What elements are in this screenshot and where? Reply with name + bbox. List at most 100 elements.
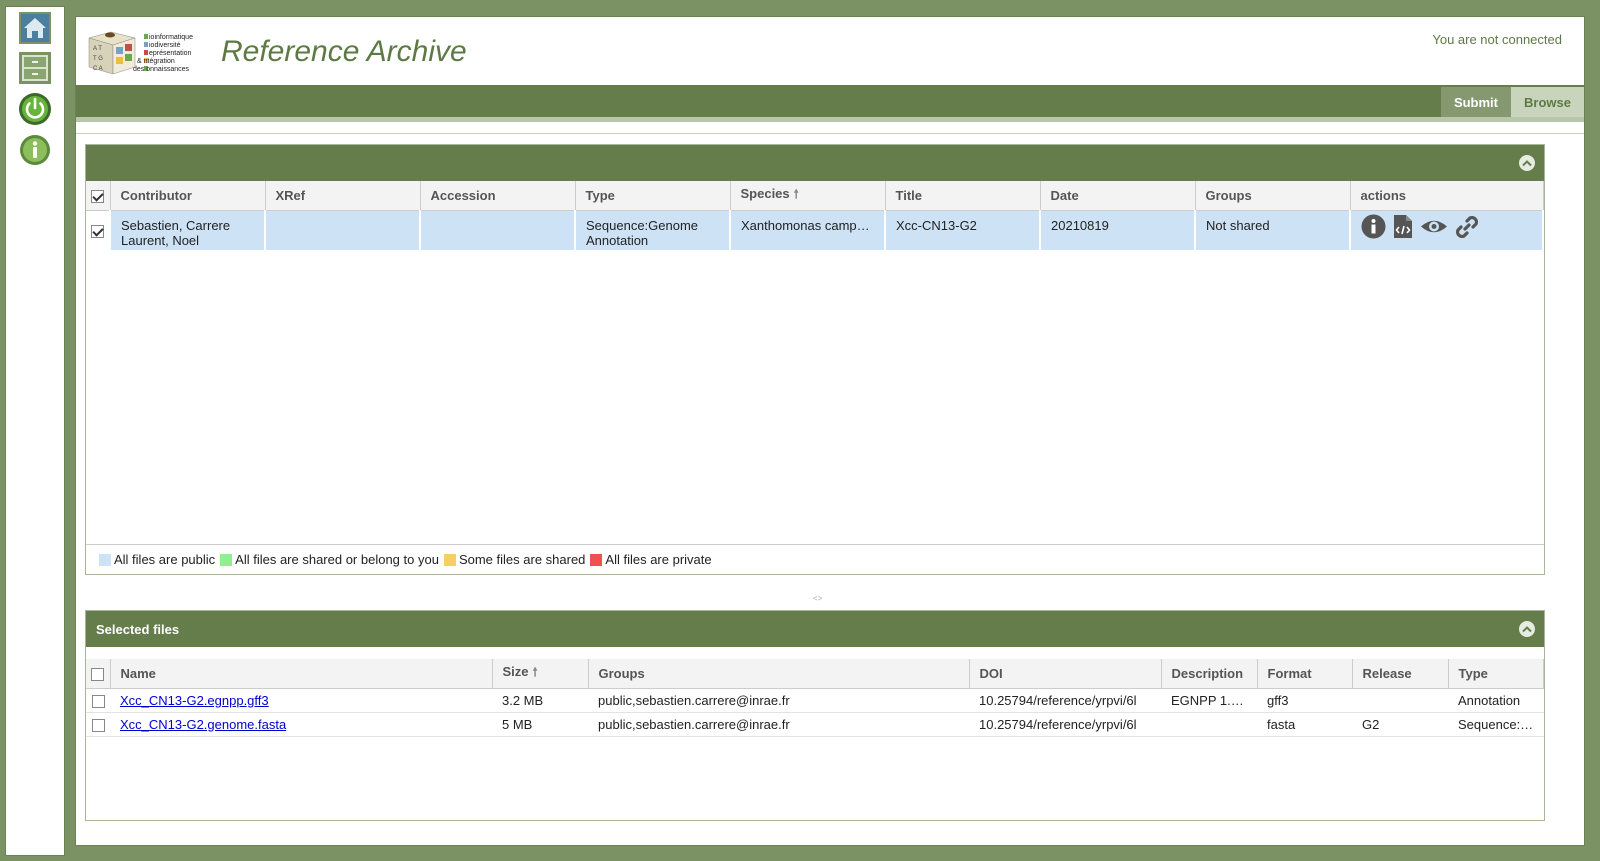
archives-table: Contributor XRef Accession Type Species 🠕…	[86, 181, 1544, 250]
legend: All files are public All files are share…	[86, 544, 1544, 574]
tab-browse[interactable]: Browse	[1511, 87, 1584, 117]
table-row[interactable]: Xcc_CN13-G2.egnpp.gff3 3.2 MB public,seb…	[86, 688, 1544, 713]
cell-species: Xanthomonas campe…	[730, 210, 886, 250]
header: A T T G C A ioinformatique iodiversité e…	[76, 17, 1584, 86]
col-species[interactable]: Species 🠕	[730, 181, 886, 211]
table-row[interactable]: Sebastien, Carrere Laurent, Noel Sequenc…	[86, 210, 1544, 250]
cell-release	[1352, 688, 1448, 713]
collapse-files-button[interactable]	[1519, 621, 1535, 637]
svg-text:T G: T G	[93, 56, 103, 62]
file-link[interactable]: Xcc_CN13-G2.genome.fasta	[120, 717, 286, 732]
cell-actions	[1350, 210, 1544, 250]
type-line-1: Sequence:Genome	[586, 217, 699, 233]
file-link[interactable]: Xcc_CN13-G2.egnpp.gff3	[120, 693, 269, 708]
eye-icon[interactable]	[1420, 214, 1448, 239]
main-container: A T T G C A ioinformatique iodiversité e…	[75, 16, 1585, 846]
archive-icon	[19, 52, 51, 84]
panel-splitter-handle[interactable]: <>	[813, 594, 822, 603]
files-panel-title: Selected files	[96, 621, 180, 637]
info-circle-icon[interactable]	[1361, 214, 1386, 239]
connection-status: You are not connected	[1432, 32, 1562, 47]
select-all-archives[interactable]	[86, 181, 111, 211]
select-all-files-checkbox[interactable]	[91, 667, 105, 681]
power-button[interactable]	[18, 92, 52, 126]
col-contributor[interactable]: Contributor	[110, 181, 266, 211]
files-table: Name Size 🠕 Groups DOI Description Format…	[86, 659, 1544, 737]
file-checkbox[interactable]	[91, 694, 105, 708]
cell-name: Xcc_CN13-G2.egnpp.gff3	[110, 688, 492, 713]
cell-xref	[265, 210, 421, 250]
info-icon	[20, 135, 50, 165]
contributor-1: Sebastien, Carrere	[121, 217, 231, 233]
home-button[interactable]	[18, 11, 52, 45]
files-panel-header: Selected files	[86, 611, 1544, 647]
col-size[interactable]: Size 🠕	[492, 659, 589, 689]
col-type[interactable]: Type	[575, 181, 731, 211]
cell-date: 20210819	[1040, 210, 1196, 250]
col-title[interactable]: Title	[885, 181, 1041, 211]
cell-size: 5 MB	[492, 712, 588, 737]
chevron-up-icon	[1522, 160, 1532, 167]
select-all-files[interactable]	[86, 659, 111, 689]
cell-file-type: Sequence:…	[1448, 712, 1544, 737]
col-accession[interactable]: Accession	[420, 181, 576, 211]
col-doi[interactable]: DOI	[969, 659, 1162, 689]
sort-up-icon: 🠕	[532, 664, 538, 679]
logo-text-5: des onnaissances	[133, 66, 190, 73]
cell-format: fasta	[1257, 712, 1352, 737]
cell-size: 3.2 MB	[492, 688, 588, 713]
row-checkbox[interactable]	[91, 224, 104, 238]
cell-doi: 10.25794/reference/yrpvi/6l	[969, 712, 1161, 737]
logo-text-2: iodiversité	[149, 42, 181, 49]
file-row-select[interactable]	[86, 712, 110, 737]
cell-groups: Not shared	[1195, 210, 1351, 250]
tab-submit[interactable]: Submit	[1440, 87, 1511, 117]
legend-some-shared: Some files are shared	[458, 552, 586, 567]
cell-name: Xcc_CN13-G2.genome.fasta	[110, 712, 492, 737]
col-file-groups[interactable]: Groups	[588, 659, 970, 689]
cell-title: Xcc-CN13-G2	[885, 210, 1041, 250]
file-checkbox[interactable]	[91, 718, 105, 732]
logo-text-1: ioinformatique	[149, 34, 193, 41]
archives-panel: Contributor XRef Accession Type Species 🠕…	[85, 144, 1545, 575]
svg-text:A T: A T	[93, 46, 102, 52]
legend-public: All files are public	[114, 552, 216, 567]
legend-swatch-shared	[220, 553, 233, 566]
col-file-type[interactable]: Type	[1448, 659, 1544, 689]
link-icon[interactable]	[1454, 214, 1480, 240]
logo-text-4: & ntégration	[137, 58, 175, 65]
cell-file-type: Annotation	[1448, 688, 1544, 713]
legend-shared: All files are shared or belong to you	[235, 552, 439, 567]
menu-bar: Submit Browse	[76, 85, 1584, 122]
col-groups[interactable]: Groups	[1195, 181, 1351, 211]
col-description[interactable]: Description	[1161, 659, 1258, 689]
sort-up-icon: 🠕	[793, 186, 799, 201]
table-row[interactable]: Xcc_CN13-G2.genome.fasta 5 MB public,seb…	[86, 712, 1544, 737]
code-file-icon[interactable]	[1392, 214, 1414, 239]
bipaa-logo-icon: A T T G C A ioinformatique iodiversité e…	[88, 31, 193, 75]
divider	[76, 133, 1584, 134]
logo-text-3: eprésentation	[149, 50, 192, 57]
col-species-label: Species	[740, 185, 790, 201]
col-date[interactable]: Date	[1040, 181, 1196, 211]
col-name[interactable]: Name	[110, 659, 493, 689]
cell-description: EGNPP 1.…	[1161, 688, 1257, 713]
legend-private: All files are private	[605, 552, 712, 567]
col-format[interactable]: Format	[1257, 659, 1353, 689]
cell-doi: 10.25794/reference/yrpvi/6l	[969, 688, 1161, 713]
row-select[interactable]	[86, 210, 111, 250]
select-all-checkbox[interactable]	[91, 189, 105, 203]
info-button[interactable]	[18, 133, 52, 167]
cell-type: Sequence:Genome Annotation	[575, 210, 731, 250]
archives-panel-header	[86, 145, 1544, 181]
file-row-select[interactable]	[86, 688, 110, 713]
cell-file-groups: public,sebastien.carrere@inrae.fr	[588, 712, 969, 737]
power-icon	[19, 93, 51, 125]
cell-file-groups: public,sebastien.carrere@inrae.fr	[588, 688, 969, 713]
archive-button[interactable]	[18, 51, 52, 85]
collapse-archives-button[interactable]	[1519, 155, 1535, 171]
col-xref[interactable]: XRef	[265, 181, 421, 211]
contributor-2: Laurent, Noel	[121, 232, 200, 248]
col-release[interactable]: Release	[1352, 659, 1449, 689]
cell-format: gff3	[1257, 688, 1352, 713]
